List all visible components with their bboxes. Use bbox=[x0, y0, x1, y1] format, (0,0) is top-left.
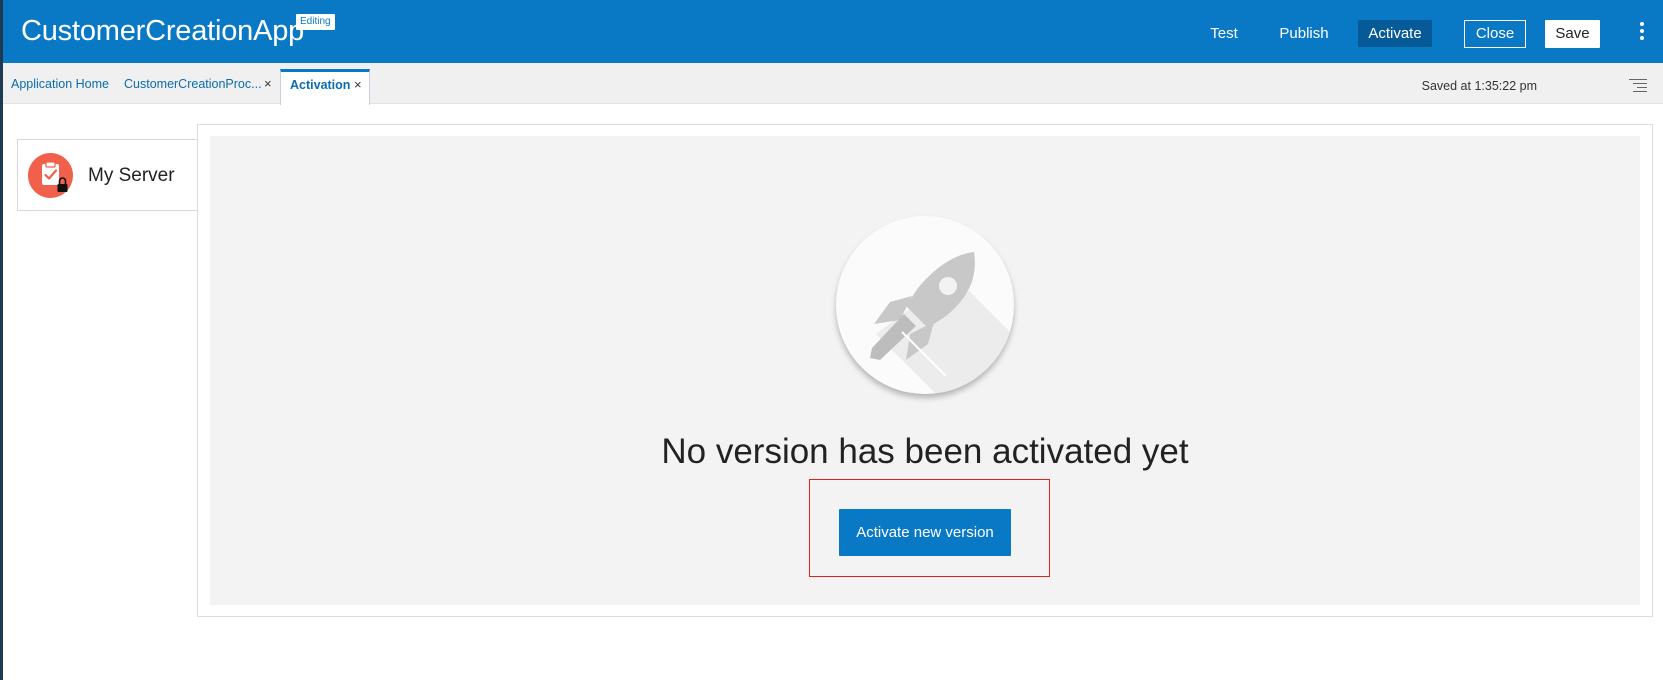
kebab-menu-icon[interactable] bbox=[1636, 22, 1648, 46]
tab-activation[interactable]: Activation × bbox=[280, 69, 370, 105]
server-card[interactable]: My Server bbox=[17, 139, 198, 211]
tab-strip: Application Home CustomerCreationProc...… bbox=[3, 63, 1663, 105]
tab-activation-label: Activation bbox=[290, 78, 351, 92]
app-title: CustomerCreationApp bbox=[21, 15, 305, 47]
clipboard-check-lock-icon bbox=[28, 153, 73, 198]
rocket-icon bbox=[836, 216, 1014, 394]
close-button[interactable]: Close bbox=[1464, 20, 1526, 48]
tab-customer-creation-process[interactable]: CustomerCreationProc... bbox=[124, 71, 262, 104]
editing-badge: Editing bbox=[296, 14, 335, 30]
empty-state-message: No version has been activated yet bbox=[661, 432, 1189, 471]
save-button[interactable]: Save bbox=[1545, 20, 1600, 48]
tab-application-home[interactable]: Application Home bbox=[11, 71, 109, 104]
publish-button[interactable]: Publish bbox=[1276, 20, 1332, 47]
activate-button[interactable]: Activate bbox=[1358, 20, 1432, 47]
test-button[interactable]: Test bbox=[1200, 20, 1248, 47]
list-menu-icon[interactable] bbox=[1629, 79, 1647, 93]
saved-status: Saved at 1:35:22 pm bbox=[1421, 79, 1537, 93]
server-name: My Server bbox=[88, 165, 175, 186]
app-header: CustomerCreationApp Editing Test Publish… bbox=[0, 0, 1663, 680]
activate-new-version-button[interactable]: Activate new version bbox=[839, 509, 1011, 556]
tab-close-icon[interactable]: × bbox=[354, 72, 362, 98]
tab-close-icon[interactable]: × bbox=[264, 71, 272, 104]
